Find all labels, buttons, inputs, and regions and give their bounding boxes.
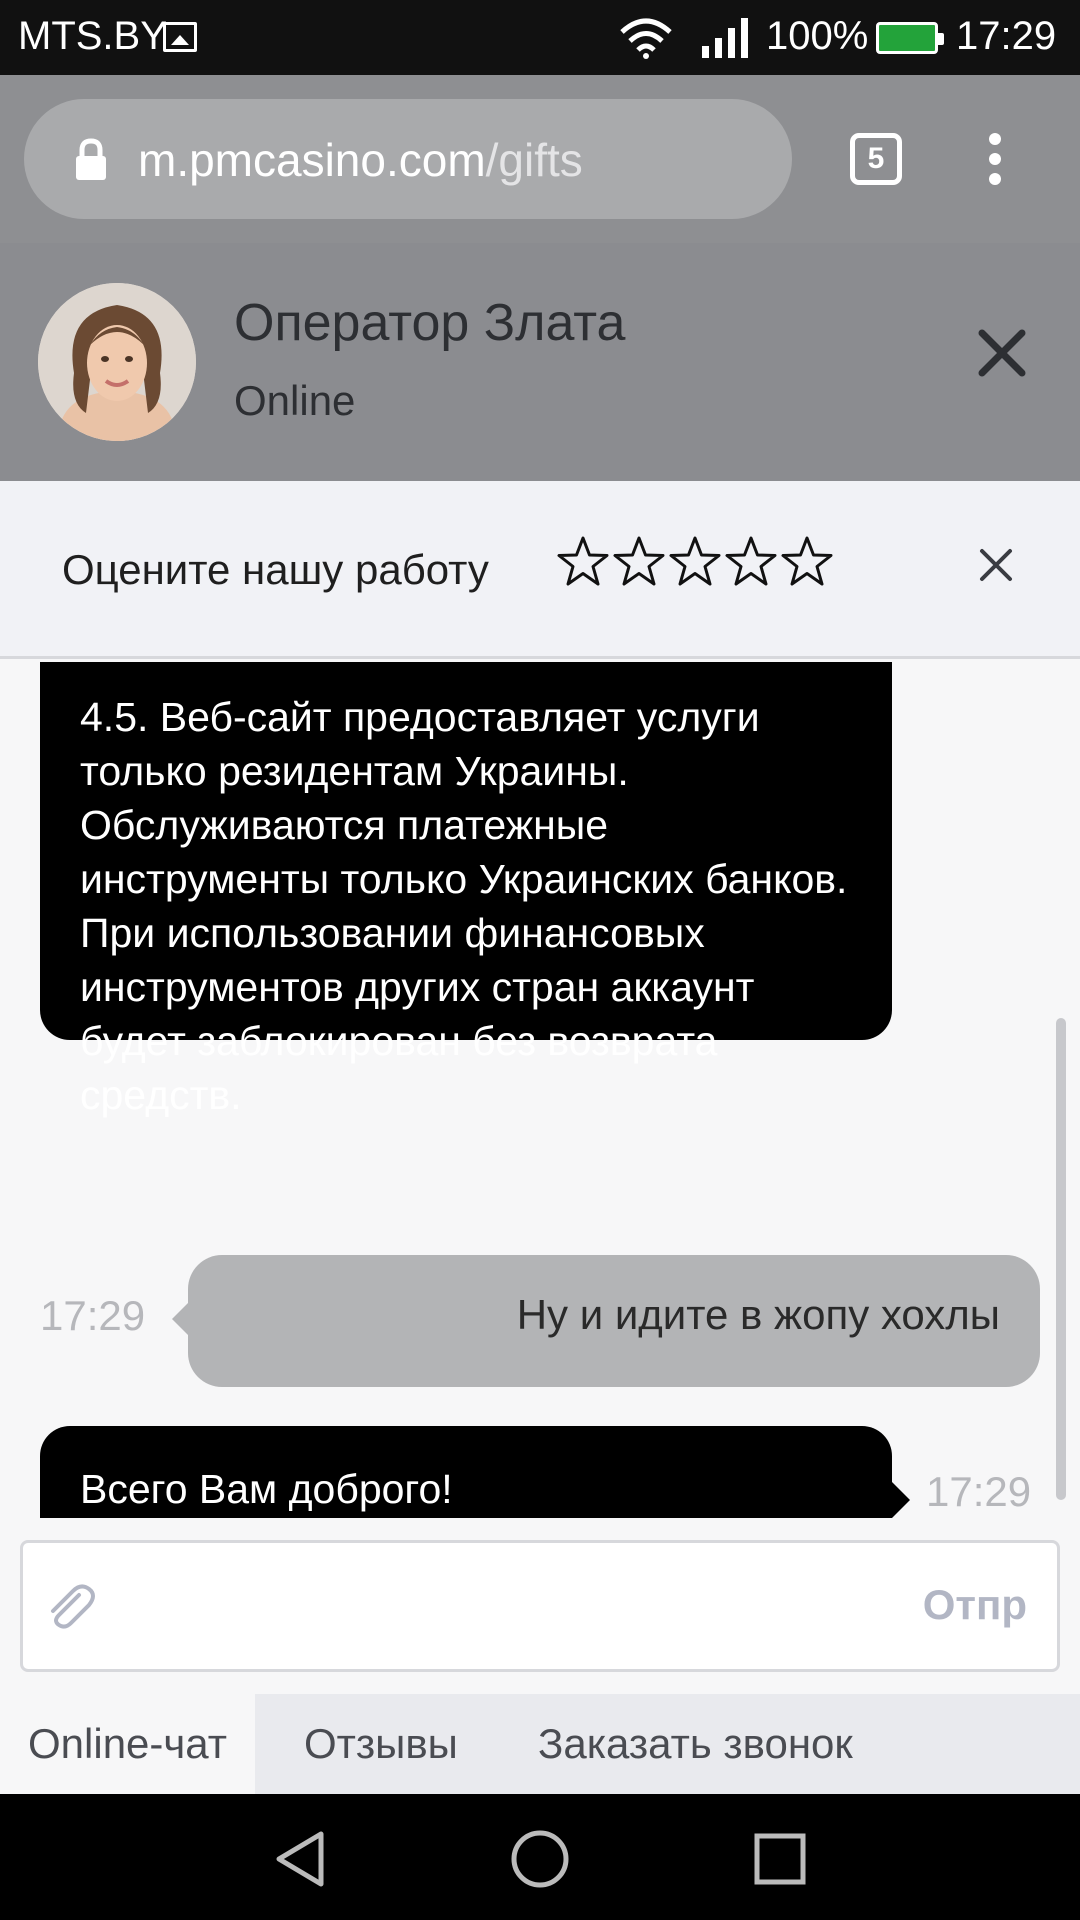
send-button[interactable]: Отпр [923,1581,1027,1629]
tab-order-call[interactable]: Заказать звонок [538,1694,853,1794]
battery-percent: 100% [766,14,869,58]
carrier-name: MTS.BY [18,14,167,58]
operator-name: Оператор Злата [234,294,626,352]
battery-icon [876,22,944,54]
chat-messages[interactable]: 4.5. Веб-сайт предоставляет услуги тольк… [0,662,1080,1518]
star-icon[interactable] [612,535,666,589]
rating-label: Оцените нашу работу [62,546,489,593]
address-bar[interactable]: m.pmcasino.com/gifts [24,99,792,219]
image-icon [163,22,197,52]
url-path: /gifts [485,134,583,186]
operator-status: Online [234,377,356,424]
close-rating-icon[interactable] [976,545,1016,585]
message-time: 17:29 [926,1468,1032,1515]
status-bar: MTS.BY 100% 17:29 [0,0,1080,75]
system-nav-bar [0,1794,1080,1920]
recents-icon[interactable] [745,1824,815,1894]
lock-icon [76,138,106,180]
operator-avatar [38,283,196,441]
chat-scrollbar[interactable] [1056,1018,1066,1500]
star-icon[interactable] [780,535,834,589]
menu-dots-icon[interactable] [980,129,1010,189]
tab-reviews[interactable]: Отзывы [304,1694,458,1794]
back-icon[interactable] [265,1824,335,1894]
operator-message: Всего Вам доброго! [40,1426,910,1518]
paperclip-icon[interactable] [43,1581,95,1633]
operator-header: Оператор Злата Online [0,243,1080,481]
message-composer: Отпр [20,1540,1060,1672]
message-input[interactable] [113,1573,893,1643]
url-host: m.pmcasino.com [138,134,486,186]
bottom-tabs: Online-чат Отзывы Заказать звонок [0,1694,1080,1794]
star-icon[interactable] [556,535,610,589]
rating-panel: Оцените нашу работу [0,481,1080,659]
url-text: m.pmcasino.com/gifts [138,133,583,187]
signal-icon [702,18,748,58]
home-icon[interactable] [505,1824,575,1894]
close-chat-icon[interactable] [972,323,1032,383]
browser-toolbar: m.pmcasino.com/gifts 5 [0,75,1080,243]
message-time: 17:29 [40,1292,146,1339]
wifi-icon [620,18,672,59]
star-icon[interactable] [724,535,778,589]
user-message: Ну и идите в жопу хохлы [172,1255,1040,1387]
tab-switcher-button[interactable]: 5 [850,133,902,185]
star-icon[interactable] [668,535,722,589]
operator-message: 4.5. Веб-сайт предоставляет услуги тольк… [40,662,892,1118]
tab-online-chat[interactable]: Online-чат [0,1694,255,1794]
status-clock: 17:29 [956,14,1057,58]
rating-stars [556,535,834,593]
